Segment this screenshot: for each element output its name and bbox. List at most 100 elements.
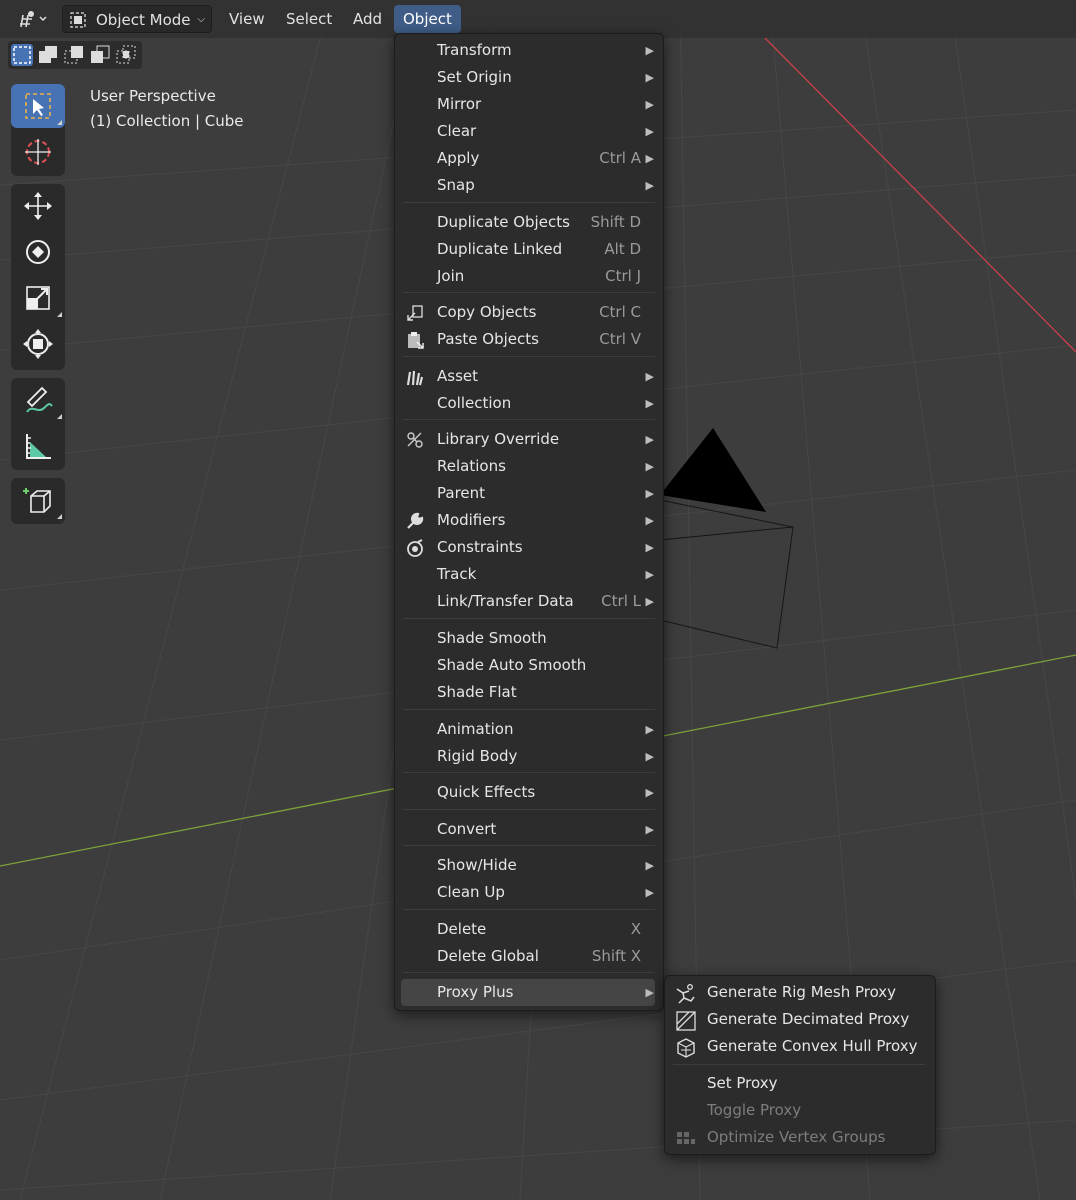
select-box-icon xyxy=(25,93,51,119)
menu-item-label: Track xyxy=(437,565,477,583)
menu-item-delete[interactable]: Delete X xyxy=(401,916,655,943)
menu-separator xyxy=(673,1064,925,1065)
mode-dropdown[interactable]: Object Mode ⌵ xyxy=(62,5,212,33)
menu-item-copy-objects[interactable]: Copy Objects Ctrl C xyxy=(401,299,655,326)
menu-item-label: Quick Effects xyxy=(437,783,536,801)
rotate-icon xyxy=(26,240,50,264)
menu-separator xyxy=(403,202,655,203)
menu-item-set-proxy[interactable]: Set Proxy xyxy=(671,1070,927,1097)
menu-item-convert[interactable]: Convert ▶ xyxy=(401,816,655,843)
menu-item-shade-smooth[interactable]: Shade Smooth xyxy=(401,625,655,652)
menu-item-delete-global[interactable]: Delete Global Shift X xyxy=(401,943,655,970)
menu-separator xyxy=(403,972,655,973)
menu-item-rigid-body[interactable]: Rigid Body ▶ xyxy=(401,743,655,770)
mode-label: Object Mode xyxy=(96,11,191,29)
submenu-arrow-icon: ▶ xyxy=(645,71,654,84)
menu-item-library-override[interactable]: Library Override ▶ xyxy=(401,426,655,453)
select-subtract-button[interactable] xyxy=(63,44,85,66)
menu-item-quick-effects[interactable]: Quick Effects ▶ xyxy=(401,779,655,806)
menu-item-shade-flat[interactable]: Shade Flat xyxy=(401,679,655,706)
measure-tool[interactable] xyxy=(11,424,65,468)
paste-icon xyxy=(405,330,425,350)
submenu-arrow-icon: ▶ xyxy=(645,179,654,192)
menu-item-animation[interactable]: Animation ▶ xyxy=(401,716,655,743)
menu-separator xyxy=(403,845,655,846)
menu-item-join[interactable]: Join Ctrl J xyxy=(401,263,655,290)
menu-item-generate-decimated-proxy[interactable]: Generate Decimated Proxy xyxy=(671,1006,927,1033)
annotate-tool[interactable] xyxy=(11,378,65,422)
shortcut-label: Alt D xyxy=(604,240,641,258)
cursor-icon xyxy=(25,139,51,165)
submenu-arrow-icon: ▶ xyxy=(645,460,654,473)
add-cube-icon xyxy=(23,488,51,513)
shortcut-label: Ctrl L xyxy=(601,592,641,610)
menu-item-apply[interactable]: Apply Ctrl A ▶ xyxy=(401,145,655,172)
select-intersect-button[interactable] xyxy=(115,44,137,66)
menu-separator xyxy=(403,618,655,619)
measure-icon xyxy=(26,434,51,459)
menu-item-snap[interactable]: Snap ▶ xyxy=(401,172,655,199)
menu-item-parent[interactable]: Parent ▶ xyxy=(401,480,655,507)
menu-item-asset[interactable]: Asset ▶ xyxy=(401,363,655,390)
menu-item-clear[interactable]: Clear ▶ xyxy=(401,118,655,145)
wrench-icon xyxy=(405,511,425,531)
menu-item-generate-rig-mesh-proxy[interactable]: Generate Rig Mesh Proxy xyxy=(671,979,927,1006)
viewport-info-overlay: User Perspective (1) Collection | Cube xyxy=(90,84,244,134)
menu-item-duplicate-objects[interactable]: Duplicate Objects Shift D xyxy=(401,209,655,236)
menu-item-mirror[interactable]: Mirror ▶ xyxy=(401,91,655,118)
cursor-tool[interactable] xyxy=(11,130,65,174)
x-axis-line xyxy=(764,37,1076,353)
menu-item-show-hide[interactable]: Show/Hide ▶ xyxy=(401,852,655,879)
submenu-arrow-icon: ▶ xyxy=(645,152,654,165)
select-invert-button[interactable] xyxy=(89,44,111,66)
select-extend-icon xyxy=(39,46,57,63)
editor-type-button[interactable] xyxy=(10,5,54,33)
menu-item-label: Snap xyxy=(437,176,475,194)
menu-select[interactable]: Select xyxy=(277,5,341,33)
menu-item-proxy-plus[interactable]: Proxy Plus ▶ xyxy=(401,979,655,1006)
select-box-tool[interactable] xyxy=(11,84,65,128)
menu-item-label: Delete Global xyxy=(437,947,539,965)
menu-item-track[interactable]: Track ▶ xyxy=(401,561,655,588)
chevron-down-icon: ⌵ xyxy=(197,14,205,25)
menu-separator xyxy=(403,419,655,420)
menu-object[interactable]: Object xyxy=(394,5,461,33)
submenu-arrow-icon: ▶ xyxy=(645,886,654,899)
menu-item-transform[interactable]: Transform ▶ xyxy=(401,37,655,64)
object-mode-icon xyxy=(70,12,86,28)
submenu-arrow-icon: ▶ xyxy=(645,370,654,383)
menu-item-label: Shade Flat xyxy=(437,683,517,701)
menu-item-label: Paste Objects xyxy=(437,330,539,348)
menu-item-set-origin[interactable]: Set Origin ▶ xyxy=(401,64,655,91)
menu-item-label: Clear xyxy=(437,122,477,140)
submenu-arrow-icon: ▶ xyxy=(645,541,654,554)
menu-item-generate-convex-hull-proxy[interactable]: Generate Convex Hull Proxy xyxy=(671,1033,927,1060)
move-tool[interactable] xyxy=(11,184,65,228)
menu-add[interactable]: Add xyxy=(344,5,391,33)
menu-item-label: Convert xyxy=(437,820,497,838)
menu-item-relations[interactable]: Relations ▶ xyxy=(401,453,655,480)
submenu-arrow-icon: ▶ xyxy=(645,514,654,527)
transform-tool[interactable] xyxy=(11,322,65,366)
scale-icon xyxy=(26,286,50,310)
menu-item-collection[interactable]: Collection ▶ xyxy=(401,390,655,417)
menu-item-modifiers[interactable]: Modifiers ▶ xyxy=(401,507,655,534)
select-set-new-button[interactable] xyxy=(11,44,33,66)
menu-separator xyxy=(403,909,655,910)
menu-item-link-transfer-data[interactable]: Link/Transfer Data Ctrl L ▶ xyxy=(401,588,655,615)
menu-item-duplicate-linked[interactable]: Duplicate Linked Alt D xyxy=(401,236,655,263)
select-extend-button[interactable] xyxy=(37,44,59,66)
menu-item-label: Parent xyxy=(437,484,486,502)
menu-item-clean-up[interactable]: Clean Up ▶ xyxy=(401,879,655,906)
scale-tool[interactable] xyxy=(11,276,65,320)
menu-view[interactable]: View xyxy=(220,5,274,33)
menu-item-paste-objects[interactable]: Paste Objects Ctrl V xyxy=(401,326,655,353)
menu-item-constraints[interactable]: Constraints ▶ xyxy=(401,534,655,561)
shortcut-label: Ctrl J xyxy=(605,267,641,285)
menu-separator xyxy=(403,709,655,710)
add-cube-tool[interactable] xyxy=(11,478,65,522)
menu-item-label: Toggle Proxy xyxy=(707,1101,802,1119)
shortcut-label: Shift D xyxy=(590,213,641,231)
menu-item-shade-auto-smooth[interactable]: Shade Auto Smooth xyxy=(401,652,655,679)
rotate-tool[interactable] xyxy=(11,230,65,274)
